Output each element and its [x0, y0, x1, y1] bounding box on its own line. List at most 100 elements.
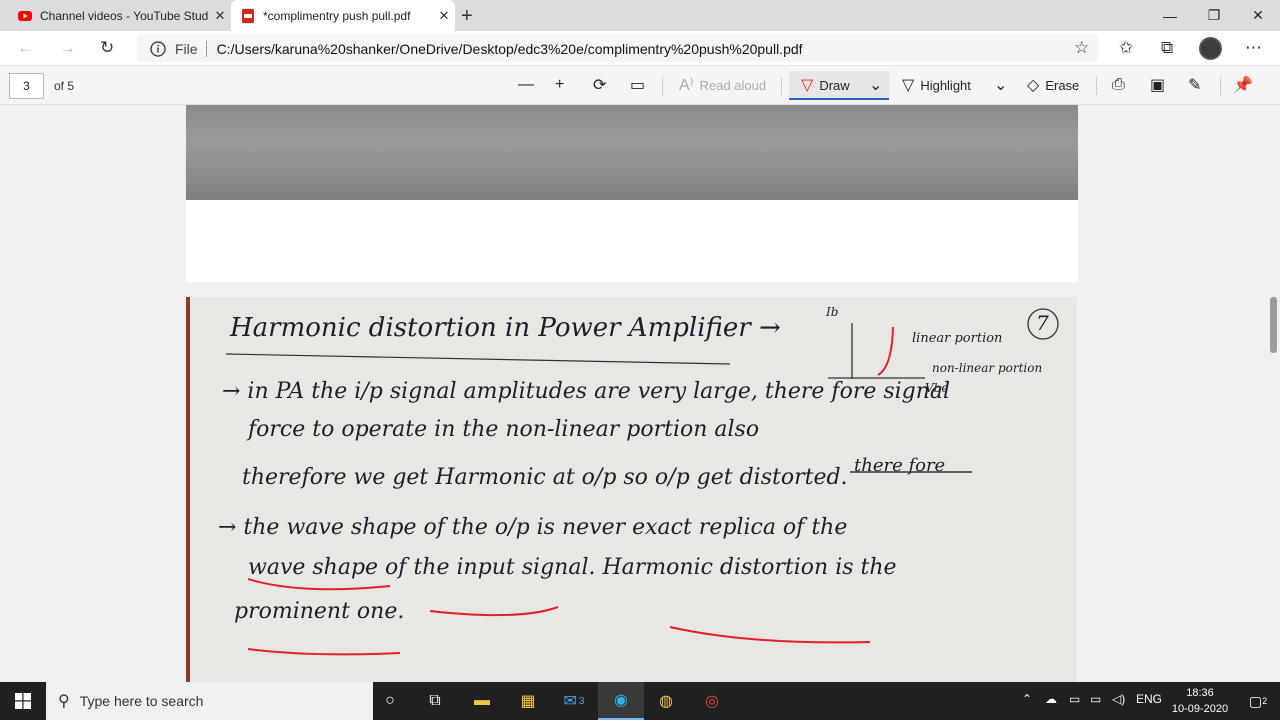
- volume-icon[interactable]: ◁): [1112, 692, 1125, 706]
- minimize-icon[interactable]: —: [1148, 0, 1192, 31]
- close-tab-icon[interactable]: ✕: [209, 8, 231, 24]
- erase-label: Erase: [1045, 77, 1080, 93]
- battery-icon[interactable]: ▭: [1090, 692, 1101, 706]
- chevron-down-icon: ⌄: [869, 77, 883, 94]
- scheme-label: File: [175, 40, 198, 57]
- onedrive-icon[interactable]: ☁: [1045, 692, 1057, 706]
- text-line: force to operate in the non-linear porti…: [248, 417, 760, 442]
- profile-avatar[interactable]: [1199, 37, 1222, 60]
- taskbar: ⚲ Type here to search ○ ⧉ ▬ ▦ ✉ 3 ◉ ◍ ◎ ⌃…: [0, 682, 1280, 720]
- zoom-out-button[interactable]: —: [518, 75, 540, 95]
- pdf-page-2: [186, 105, 1078, 282]
- store-icon[interactable]: ▦: [505, 682, 551, 720]
- close-tab-icon[interactable]: ✕: [433, 8, 455, 24]
- favorite-star-icon[interactable]: ☆: [1074, 38, 1089, 58]
- start-button[interactable]: [0, 682, 46, 720]
- pen-icon: ▽: [801, 77, 814, 94]
- save-as-button[interactable]: ✎: [1188, 75, 1207, 95]
- erase-button[interactable]: ◇ Erase: [1027, 75, 1079, 95]
- tab-title: *complimentry push pull.pdf: [263, 8, 411, 23]
- chrome-icon[interactable]: ◍: [643, 682, 689, 720]
- highlight-options-dropdown[interactable]: ⌄: [994, 75, 1013, 95]
- rotate-icon: ⟳: [593, 77, 607, 94]
- heading-line: Harmonic distortion in Power Amplifier →: [230, 313, 781, 343]
- mail-icon[interactable]: ✉ 3: [551, 682, 597, 720]
- minus-icon: —: [518, 76, 534, 93]
- tab-title: Channel videos - YouTube Studio: [40, 8, 209, 23]
- task-view-icon[interactable]: ⧉: [412, 682, 458, 720]
- address-toolbar: ← → ↻ File C:/Users/karuna%20shanker/One…: [0, 31, 1280, 66]
- divider: [781, 77, 782, 95]
- cortana-icon[interactable]: ○: [367, 682, 413, 720]
- graph-x-label: Vbe: [925, 381, 949, 395]
- highlight-label: Highlight: [920, 77, 971, 93]
- info-icon[interactable]: [147, 38, 169, 60]
- divider: [662, 77, 663, 95]
- read-aloud-button[interactable]: A⁾ Read aloud: [679, 75, 766, 95]
- pdf-icon: [242, 8, 254, 23]
- scrollbar-thumb[interactable]: [1270, 297, 1277, 353]
- divider: [1096, 77, 1097, 95]
- fit-page-button[interactable]: ▭: [630, 75, 651, 95]
- divider: [205, 40, 207, 57]
- file-explorer-icon[interactable]: ▬: [459, 682, 505, 720]
- eraser-icon: ◇: [1027, 77, 1040, 94]
- draw-options-dropdown[interactable]: ⌄: [869, 75, 888, 95]
- language-indicator[interactable]: ENG: [1136, 692, 1162, 706]
- close-window-icon[interactable]: ✕: [1236, 0, 1280, 31]
- scanned-image: [186, 105, 1078, 200]
- page-number-input[interactable]: 3: [9, 73, 44, 99]
- graph-y-label: Ib: [826, 305, 839, 319]
- print-button[interactable]: ⎙: [1112, 75, 1131, 95]
- favorites-icon[interactable]: ✩: [1119, 38, 1133, 58]
- graph-linear-label: linear portion: [912, 331, 1003, 346]
- forward-icon[interactable]: →: [59, 38, 76, 58]
- highlight-button[interactable]: ▽ Highlight: [902, 75, 971, 95]
- new-tab-button[interactable]: +: [461, 5, 473, 28]
- show-hidden-icons-icon[interactable]: ⌃: [1022, 692, 1032, 706]
- graph-nonlinear-label: non-linear portion: [932, 361, 1043, 375]
- address-bar[interactable]: File C:/Users/karuna%20shanker/OneDrive/…: [137, 35, 1098, 62]
- zoom-in-button[interactable]: +: [555, 75, 570, 95]
- text-line: therefore we get Harmonic at o/p so o/p …: [242, 465, 848, 490]
- draw-button[interactable]: ▽ Draw: [801, 75, 850, 95]
- notification-center-icon[interactable]: ▢ 2: [1238, 682, 1278, 720]
- window-controls: — ❐ ✕: [1148, 0, 1280, 31]
- save-icon: ▣: [1150, 77, 1166, 94]
- taskbar-search[interactable]: ⚲ Type here to search: [46, 682, 373, 720]
- plus-icon: +: [555, 76, 565, 93]
- youtube-icon: [18, 10, 32, 21]
- search-icon: ⚲: [58, 693, 70, 710]
- back-icon[interactable]: ←: [17, 38, 34, 58]
- text-line: prominent one.: [234, 599, 405, 624]
- url-text[interactable]: C:/Users/karuna%20shanker/OneDrive/Deskt…: [217, 41, 803, 57]
- system-clock[interactable]: 18:36 10-09-2020: [1166, 685, 1234, 717]
- text-line: → the wave shape of the o/p is never exa…: [218, 515, 848, 540]
- search-placeholder: Type here to search: [79, 693, 204, 709]
- save-button[interactable]: ▣: [1150, 75, 1171, 95]
- mail-badge: 3: [578, 695, 585, 707]
- struck-word: there fore: [854, 455, 946, 476]
- network-icon[interactable]: ▭: [1069, 692, 1080, 706]
- maximize-icon[interactable]: ❐: [1192, 0, 1236, 31]
- pdf-toolbar: 3 of 5 — + ⟳ ▭ A⁾ Read aloud ▽ Draw ⌄ ▽ Hig…: [0, 66, 1280, 105]
- text-line: wave shape of the input signal. Harmonic…: [248, 555, 897, 580]
- clock-date: 10-09-2020: [1171, 703, 1229, 715]
- tab-pdf[interactable]: *complimentry push pull.pdf ✕: [231, 0, 455, 31]
- pdf-viewer[interactable]: Harmonic distortion in Power Amplifier →…: [0, 105, 1280, 682]
- text-line: → in PA the i/p signal amplitudes are ve…: [222, 379, 951, 404]
- rotate-button[interactable]: ⟳: [593, 75, 612, 95]
- clock-time: 18:36: [1186, 687, 1214, 699]
- collections-icon[interactable]: ⧉: [1161, 38, 1173, 58]
- save-as-icon: ✎: [1188, 77, 1202, 94]
- vertical-scrollbar[interactable]: [1266, 105, 1280, 682]
- chevron-down-icon: ⌄: [994, 77, 1008, 94]
- more-options-icon[interactable]: ⋯: [1245, 38, 1262, 58]
- screen-recorder-icon[interactable]: ◎: [689, 682, 735, 720]
- highlighter-icon: ▽: [902, 77, 915, 94]
- refresh-icon[interactable]: ↻: [100, 38, 114, 58]
- pin-toolbar-button[interactable]: 📌: [1233, 75, 1259, 95]
- edge-icon[interactable]: ◉: [598, 682, 644, 720]
- windows-icon: [15, 693, 31, 709]
- tab-youtube-studio[interactable]: Channel videos - YouTube Studio ✕: [0, 0, 231, 31]
